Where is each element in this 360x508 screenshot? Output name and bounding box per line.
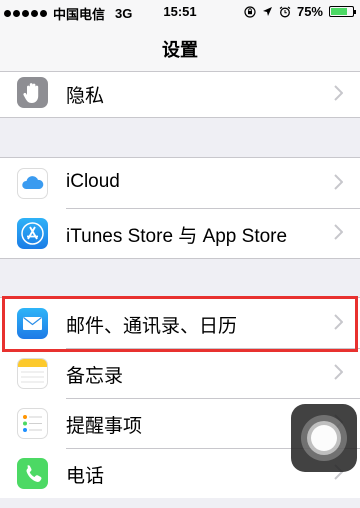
settings-row-icloud[interactable]: iCloud (0, 158, 360, 208)
settings-row-label: 隐私 (66, 86, 105, 107)
chevron-right-icon (334, 85, 343, 101)
settings-screen: 中国电信 3G 15:51 75% 设置 隐私 iCloud iTunes St… (0, 0, 360, 508)
status-right: 75% (244, 4, 356, 19)
chevron-right-icon (334, 314, 343, 330)
settings-row-label: 电话 (66, 466, 105, 487)
alarm-clock-icon (279, 6, 291, 17)
battery-level-fill (331, 8, 347, 15)
chevron-right-icon (334, 224, 343, 240)
settings-row-itunes-app-store[interactable]: iTunes Store 与 App Store (0, 208, 360, 258)
settings-row-label: 邮件、通讯录、日历 (66, 316, 238, 337)
settings-row-label: 提醒事项 (66, 416, 143, 437)
privacy-group: 隐私 (0, 72, 360, 118)
assistive-touch-button[interactable] (291, 404, 357, 472)
navigation-bar: 设置 (0, 24, 360, 72)
settings-row-privacy[interactable]: 隐私 (0, 72, 360, 117)
chevron-right-icon (334, 364, 343, 380)
icloud-icon (17, 168, 48, 199)
accounts-group: iCloud iTunes Store 与 App Store (0, 157, 360, 259)
settings-row-label: iTunes Store 与 App Store (66, 226, 288, 247)
notes-icon (17, 358, 48, 389)
hand-icon (17, 77, 48, 108)
phone-icon (17, 458, 48, 489)
settings-row-label: 备忘录 (66, 366, 124, 387)
settings-row-notes[interactable]: 备忘录 (0, 348, 360, 398)
app-store-icon (17, 218, 48, 249)
page-title: 设置 (162, 40, 198, 60)
reminders-icon (17, 408, 48, 439)
battery-percent: 75% (296, 4, 323, 19)
status-bar: 中国电信 3G 15:51 75% (0, 0, 360, 24)
chevron-right-icon (334, 174, 343, 190)
rotation-lock-icon (244, 5, 256, 18)
battery-icon (329, 6, 356, 17)
settings-row-mail-contacts-calendars[interactable]: 邮件、通讯录、日历 (0, 298, 360, 348)
settings-row-label: iCloud (66, 171, 120, 192)
location-arrow-icon (262, 7, 272, 16)
mail-icon (17, 308, 48, 339)
